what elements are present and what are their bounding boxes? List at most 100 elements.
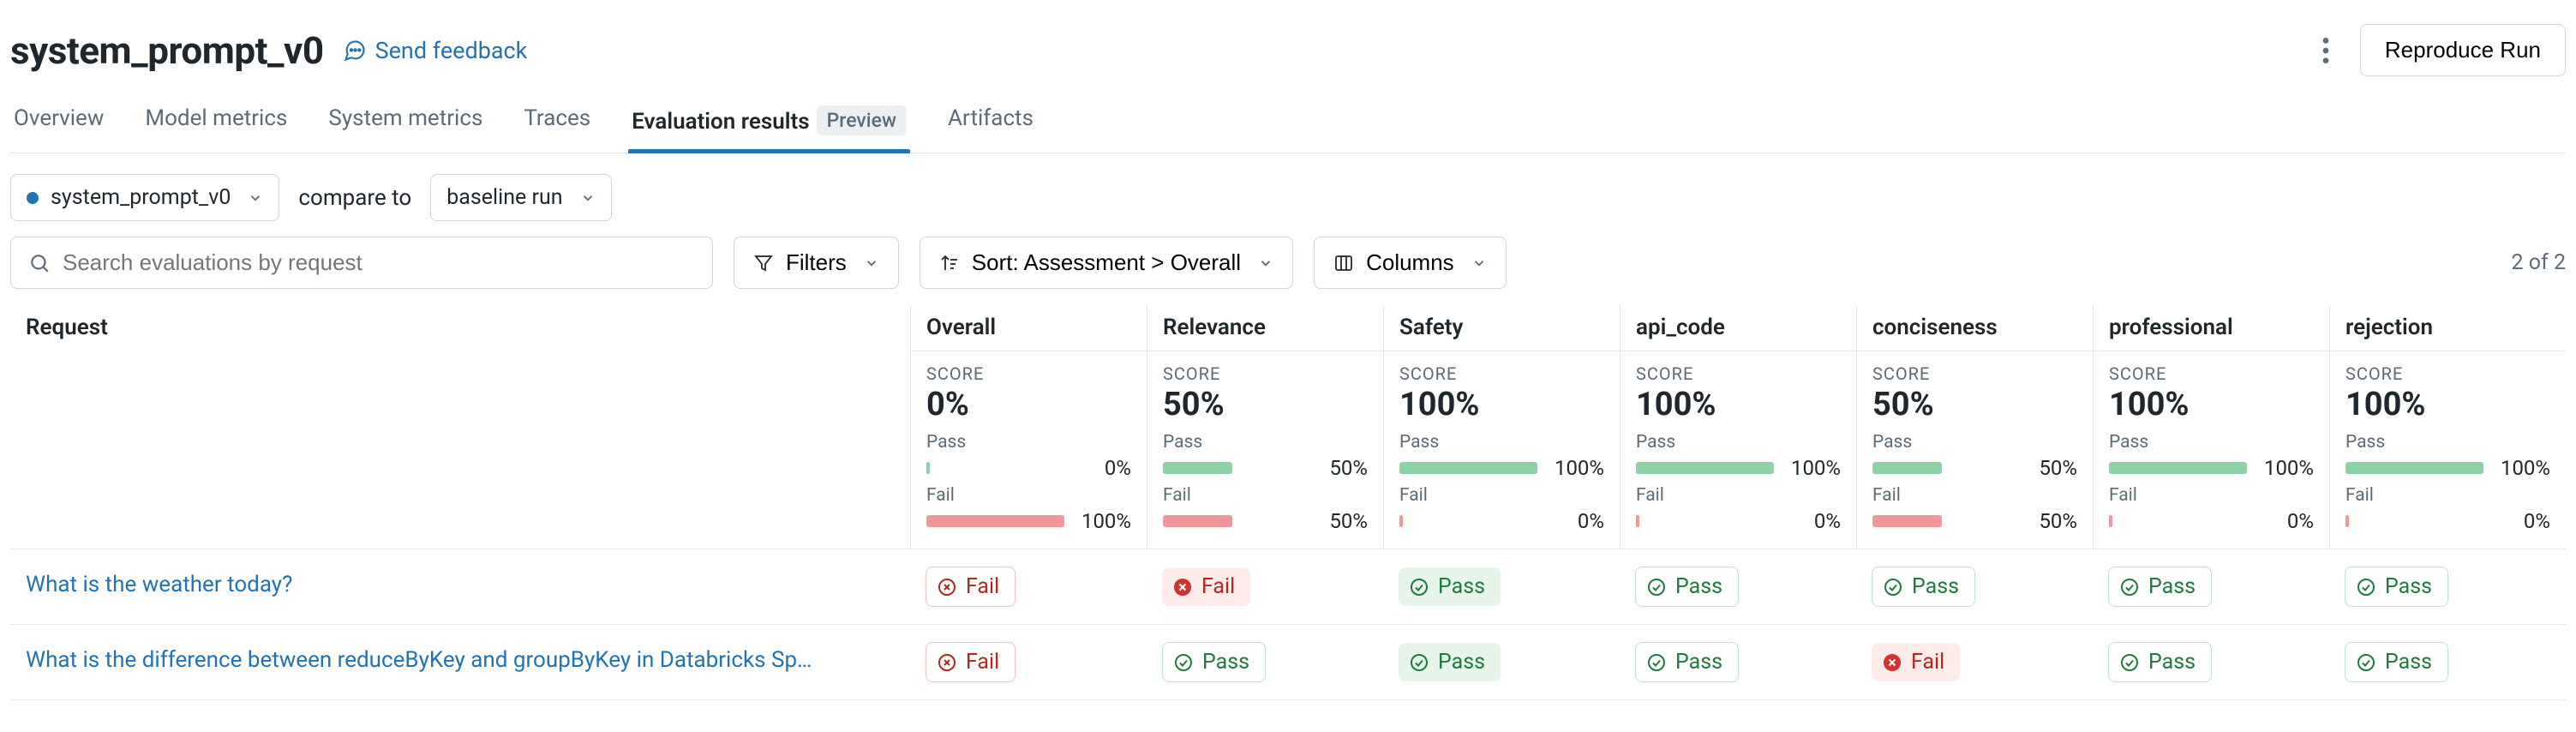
status-badge: Pass bbox=[1399, 643, 1501, 681]
tab-model-metrics[interactable]: Model metrics bbox=[145, 93, 287, 153]
pass-label: Pass bbox=[1399, 432, 1604, 453]
result-cell: Pass bbox=[1147, 625, 1383, 699]
check-circle-icon bbox=[2119, 652, 2140, 673]
result-cell: Pass bbox=[2329, 625, 2566, 699]
score-value: 100% bbox=[2109, 386, 2314, 423]
column-header-api_code[interactable]: api_code bbox=[1620, 304, 1856, 351]
filters-label: Filters bbox=[786, 249, 847, 276]
score-summary-api_code: SCORE100%Pass100%Fail0% bbox=[1620, 351, 1856, 549]
tab-traces[interactable]: Traces bbox=[524, 93, 590, 153]
tab-artifacts[interactable]: Artifacts bbox=[948, 93, 1033, 153]
status-badge: Pass bbox=[1872, 567, 1975, 607]
columns-icon bbox=[1333, 253, 1354, 273]
score-label: SCORE bbox=[2109, 363, 2314, 384]
score-summary-relevance: SCORE50%Pass50%Fail50% bbox=[1147, 351, 1383, 549]
status-badge: Pass bbox=[1635, 642, 1739, 682]
request-cell[interactable]: What is the weather today? bbox=[10, 549, 910, 624]
tab-system-metrics[interactable]: System metrics bbox=[328, 93, 482, 153]
chevron-down-icon bbox=[580, 190, 596, 206]
fail-pct: 0% bbox=[1784, 509, 1841, 533]
pass-label: Pass bbox=[2345, 432, 2550, 453]
tab-overview[interactable]: Overview bbox=[14, 93, 104, 153]
score-summary-safety: SCORE100%Pass100%Fail0% bbox=[1383, 351, 1620, 549]
x-circle-icon bbox=[937, 652, 957, 673]
speech-bubble-icon bbox=[343, 39, 367, 63]
result-cell: Fail bbox=[910, 549, 1147, 624]
fail-label: Fail bbox=[926, 485, 1131, 506]
result-cell: Pass bbox=[2093, 625, 2329, 699]
chevron-down-icon bbox=[1471, 255, 1487, 271]
status-badge: Fail bbox=[1162, 567, 1250, 606]
table-row[interactable]: What is the difference between reduceByK… bbox=[10, 625, 2566, 700]
page-title: system_prompt_v0 bbox=[10, 28, 324, 73]
pass-label: Pass bbox=[1636, 432, 1841, 453]
baseline-run-select[interactable]: baseline run bbox=[430, 174, 611, 221]
evaluation-table: RequestOverallRelevanceSafetyapi_codecon… bbox=[10, 304, 2566, 700]
tab-evaluation-results[interactable]: Evaluation resultsPreview bbox=[632, 93, 907, 153]
score-cell-request bbox=[10, 351, 910, 549]
filters-button[interactable]: Filters bbox=[734, 237, 899, 289]
request-cell[interactable]: What is the difference between reduceByK… bbox=[10, 625, 910, 699]
pass-pct: 50% bbox=[2021, 456, 2077, 480]
chevron-down-icon bbox=[248, 190, 263, 206]
score-summary-conciseness: SCORE50%Pass50%Fail50% bbox=[1856, 351, 2093, 549]
score-value: 50% bbox=[1872, 386, 2077, 423]
check-circle-icon bbox=[1646, 577, 1667, 597]
search-input-wrapper[interactable] bbox=[10, 237, 713, 289]
status-text: Fail bbox=[1201, 574, 1235, 599]
current-run-select[interactable]: system_prompt_v0 bbox=[10, 174, 279, 221]
search-icon bbox=[28, 252, 51, 274]
check-circle-icon bbox=[1409, 652, 1429, 673]
status-text: Fail bbox=[1911, 650, 1944, 675]
send-feedback-link[interactable]: Send feedback bbox=[343, 37, 528, 64]
score-label: SCORE bbox=[2345, 363, 2550, 384]
sort-icon bbox=[939, 253, 960, 273]
status-badge: Fail bbox=[926, 642, 1015, 682]
fail-label: Fail bbox=[1399, 485, 1604, 506]
score-label: SCORE bbox=[926, 363, 1131, 384]
result-cell: Pass bbox=[1856, 549, 2093, 624]
fail-pct: 0% bbox=[2494, 509, 2550, 533]
status-badge: Fail bbox=[926, 567, 1015, 607]
score-label: SCORE bbox=[1399, 363, 1604, 384]
sort-label: Sort: Assessment > Overall bbox=[972, 249, 1241, 276]
status-text: Pass bbox=[1438, 574, 1485, 599]
status-text: Pass bbox=[2148, 574, 2196, 599]
column-header-conciseness[interactable]: conciseness bbox=[1856, 304, 2093, 351]
status-badge: Pass bbox=[2345, 642, 2448, 682]
more-options-button[interactable] bbox=[2305, 30, 2346, 71]
column-header-professional[interactable]: professional bbox=[2093, 304, 2329, 351]
status-text: Pass bbox=[1675, 574, 1722, 599]
column-header-request[interactable]: Request bbox=[10, 304, 910, 351]
sort-button[interactable]: Sort: Assessment > Overall bbox=[920, 237, 1293, 289]
column-header-overall[interactable]: Overall bbox=[910, 304, 1147, 351]
pass-label: Pass bbox=[2109, 432, 2314, 453]
pass-pct: 100% bbox=[1784, 456, 1841, 480]
score-summary-professional: SCORE100%Pass100%Fail0% bbox=[2093, 351, 2329, 549]
result-count: 2 of 2 bbox=[2512, 250, 2566, 275]
fail-pct: 50% bbox=[1311, 509, 1368, 533]
check-circle-icon bbox=[2356, 577, 2376, 597]
score-summary-rejection: SCORE100%Pass100%Fail0% bbox=[2329, 351, 2566, 549]
column-header-relevance[interactable]: Relevance bbox=[1147, 304, 1383, 351]
search-input[interactable] bbox=[63, 249, 695, 276]
column-header-safety[interactable]: Safety bbox=[1383, 304, 1620, 351]
fail-label: Fail bbox=[1636, 485, 1841, 506]
pass-pct: 50% bbox=[1311, 456, 1368, 480]
result-cell: Pass bbox=[2329, 549, 2566, 624]
column-header-rejection[interactable]: rejection bbox=[2329, 304, 2566, 351]
result-cell: Fail bbox=[1856, 625, 2093, 699]
columns-button[interactable]: Columns bbox=[1314, 237, 1507, 289]
fail-pct: 0% bbox=[2257, 509, 2314, 533]
preview-badge: Preview bbox=[817, 105, 907, 135]
status-badge: Pass bbox=[1635, 567, 1739, 607]
result-cell: Pass bbox=[1383, 625, 1620, 699]
compare-to-label: compare to bbox=[293, 185, 416, 211]
pass-label: Pass bbox=[1163, 432, 1368, 453]
tab-bar: Overview Model metrics System metrics Trace… bbox=[10, 93, 2566, 153]
check-circle-icon bbox=[2119, 577, 2140, 597]
reproduce-run-button[interactable]: Reproduce Run bbox=[2360, 24, 2566, 76]
score-value: 50% bbox=[1163, 386, 1368, 423]
status-badge: Pass bbox=[2345, 567, 2448, 607]
table-row[interactable]: What is the weather today? Fail Fail Pass Pa… bbox=[10, 549, 2566, 625]
